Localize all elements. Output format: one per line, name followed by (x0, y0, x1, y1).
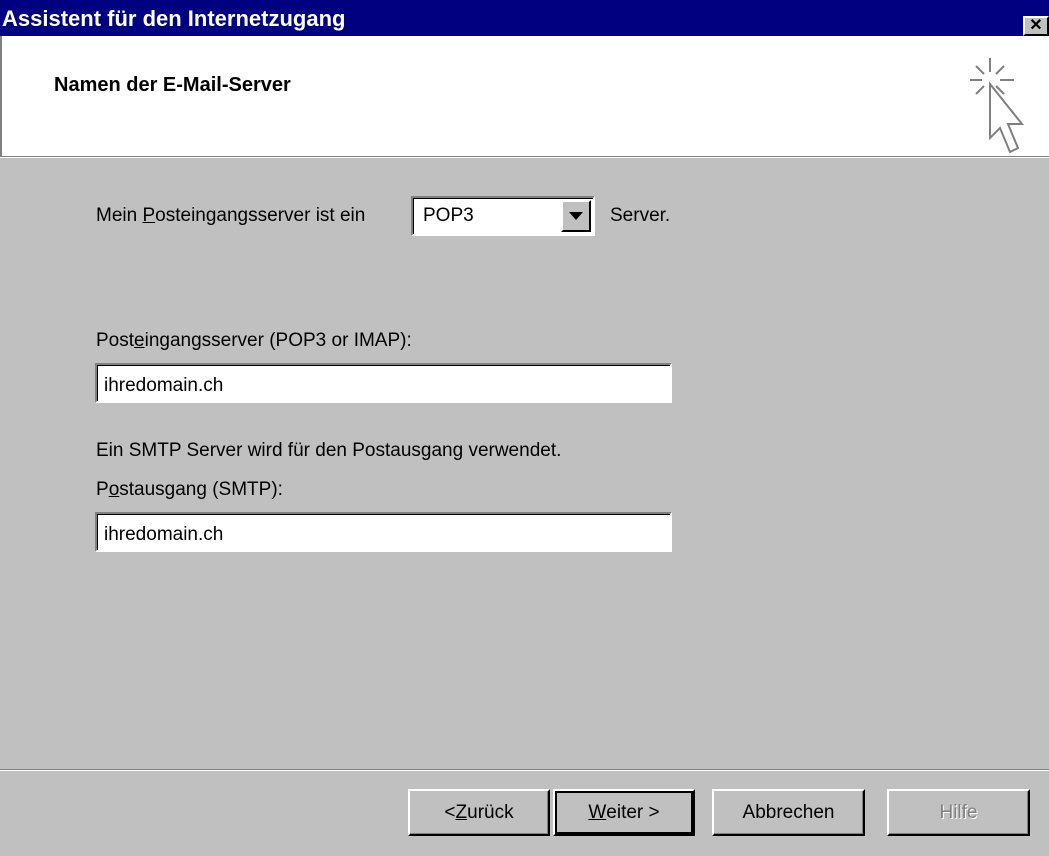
dropdown-arrow-button[interactable] (561, 200, 591, 232)
wizard-window: Assistent für den Internetzugang ✕ Namen… (0, 0, 1049, 856)
back-button[interactable]: < Zurück (408, 789, 550, 836)
next-button[interactable]: Weiter > (553, 789, 695, 836)
incoming-server-input[interactable] (95, 363, 672, 403)
header-divider (0, 156, 1049, 158)
wizard-cursor-icon (970, 58, 1025, 154)
outgoing-server-label: Postausgang (SMTP): (96, 479, 283, 500)
footer-divider (0, 769, 1049, 771)
incoming-server-label: Posteingangsserver (POP3 or IMAP): (96, 330, 412, 351)
server-type-value: POP3 (423, 205, 474, 226)
help-button[interactable]: Hilfe (887, 789, 1030, 836)
wizard-header: Namen der E-Mail-Server (0, 36, 1049, 157)
title-bar[interactable]: Assistent für den Internetzugang ✕ (0, 0, 1049, 36)
close-button[interactable]: ✕ (1023, 16, 1049, 36)
server-type-suffix: Server. (610, 205, 671, 226)
window-title: Assistent für den Internetzugang (2, 6, 346, 31)
close-icon: ✕ (1029, 17, 1043, 34)
outgoing-server-input[interactable] (95, 512, 672, 552)
page-title: Namen der E-Mail-Server (54, 74, 291, 96)
chevron-down-icon (569, 212, 583, 220)
cancel-button[interactable]: Abbrechen (712, 789, 865, 836)
smtp-note: Ein SMTP Server wird für den Postausgang… (96, 440, 562, 461)
server-type-select[interactable]: POP3 (411, 196, 595, 236)
server-type-label: Mein Posteingangsserver ist ein (96, 205, 366, 226)
